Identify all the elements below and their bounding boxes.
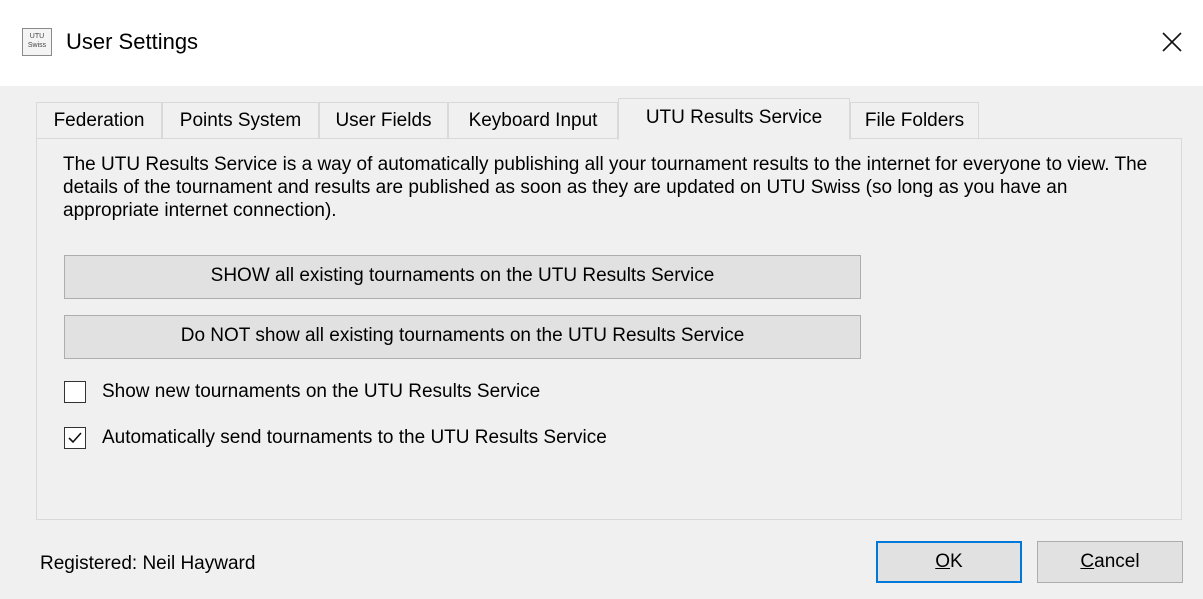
close-button[interactable] <box>1150 20 1194 64</box>
tab-utu-results-service[interactable]: UTU Results Service <box>618 98 850 140</box>
show-existing-tournaments-button[interactable]: SHOW all existing tournaments on the UTU… <box>64 255 861 299</box>
title-bar: UTU Swiss User Settings <box>0 0 1203 86</box>
tab-user-fields[interactable]: User Fields <box>319 102 448 138</box>
close-icon <box>1162 32 1182 52</box>
tab-panel-utu-results-service: The UTU Results Service is a way of auto… <box>36 138 1182 520</box>
checkmark-icon <box>68 432 82 444</box>
tab-federation[interactable]: Federation <box>36 102 162 138</box>
cancel-button[interactable]: Cancel <box>1037 541 1183 583</box>
cancel-label-rest: ancel <box>1094 551 1140 572</box>
cancel-mnemonic: C <box>1080 551 1095 572</box>
tab-file-folders[interactable]: File Folders <box>850 102 979 138</box>
ok-button[interactable]: OK <box>876 541 1022 583</box>
ok-mnemonic: O <box>935 551 951 572</box>
registered-user-label: Registered: Neil Hayward <box>40 553 256 574</box>
app-icon-text-bottom: Swiss <box>27 42 47 49</box>
hide-existing-tournaments-button[interactable]: Do NOT show all existing tournaments on … <box>64 315 861 359</box>
auto-send-tournaments-label[interactable]: Automatically send tournaments to the UT… <box>102 425 607 451</box>
auto-send-tournaments-checkbox[interactable] <box>64 427 86 449</box>
service-description: The UTU Results Service is a way of auto… <box>63 154 1148 221</box>
window-title: User Settings <box>66 29 199 54</box>
tab-points-system[interactable]: Points System <box>162 102 319 138</box>
tab-keyboard-input[interactable]: Keyboard Input <box>448 102 618 138</box>
app-icon-text-top: UTU <box>29 33 45 40</box>
ok-label-rest: K <box>950 551 963 572</box>
show-new-tournaments-label[interactable]: Show new tournaments on the UTU Results … <box>102 379 540 405</box>
app-icon: UTU Swiss <box>22 28 52 56</box>
show-new-tournaments-checkbox[interactable] <box>64 381 86 403</box>
